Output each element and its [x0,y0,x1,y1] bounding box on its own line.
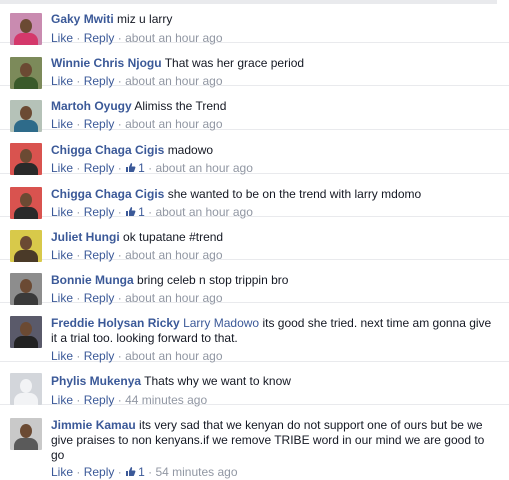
comment-text: bring celeb n stop trippin bro [137,273,289,287]
comment-body: Bonnie Munga bring celeb n stop trippin … [51,273,499,288]
avatar[interactable] [10,100,42,132]
separator: · [76,117,81,131]
comment-body: Jimmie Kamau its very sad that we kenyan… [51,418,499,463]
comment-body: Winnie Chris Njogu That was her grace pe… [51,56,499,71]
comment-item: Jimmie Kamau its very sad that we kenyan… [0,405,509,480]
like-count-link[interactable]: 1 [125,465,145,479]
thumbs-up-icon [125,466,136,477]
avatar[interactable] [10,187,42,219]
comment-author-link[interactable]: Gaky Mwiti [51,12,114,26]
reply-link[interactable]: Reply [84,117,115,131]
like-link[interactable]: Like [51,117,73,131]
comment-text: ok tupatane #trend [123,230,224,244]
avatar[interactable] [10,316,42,348]
reply-link[interactable]: Reply [84,465,115,479]
comment-item: Chigga Chaga Cigis madowo Like · Reply ·… [0,130,509,175]
thumbs-up-icon [125,162,136,173]
comment-author-link[interactable]: Winnie Chris Njogu [51,56,162,70]
comment-author-link[interactable]: Chigga Chaga Cigis [51,143,164,157]
avatar[interactable] [10,230,42,262]
separator: · [117,465,122,479]
avatar[interactable] [10,418,42,450]
separator: · [76,349,81,363]
comment-item: Freddie Holysan Ricky Larry Madowo its g… [0,303,509,363]
mention-link[interactable]: Larry Madowo [183,316,259,330]
avatar[interactable] [10,57,42,89]
separator: · [148,161,153,175]
comment-body: Chigga Chaga Cigis madowo [51,143,499,158]
comment-item: Martoh Oyugy Alimiss the Trend Like · Re… [0,86,509,132]
comment-author-link[interactable]: Phylis Mukenya [51,374,141,388]
comment-item: Winnie Chris Njogu That was her grace pe… [0,43,509,89]
comment-author-link[interactable]: Freddie Holysan Ricky [51,316,180,330]
comment-item: Phylis Mukenya Thats why we want to know… [0,362,509,407]
like-count: 1 [138,161,145,175]
comment-text: miz u larry [117,12,173,26]
comment-timestamp[interactable]: about an hour ago [125,117,222,131]
separator: · [117,117,122,131]
avatar[interactable] [10,273,42,305]
comment-text: she wanted to be on the trend with larry… [167,187,422,201]
separator: · [117,349,122,363]
like-count-link[interactable]: 1 [125,161,145,175]
comment-timestamp[interactable]: 54 minutes ago [155,465,237,479]
comment-item: Juliet Hungi ok tupatane #trend Like · R… [0,217,509,262]
comment-body: Gaky Mwiti miz u larry [51,12,499,27]
comment-author-link[interactable]: Chigga Chaga Cigis [51,187,164,201]
comment-text: Thats why we want to know [144,374,291,388]
separator: · [148,465,153,479]
like-link[interactable]: Like [51,349,73,363]
comment-body: Juliet Hungi ok tupatane #trend [51,230,499,245]
comment-item: Bonnie Munga bring celeb n stop trippin … [0,260,509,305]
comment-text: Alimiss the Trend [134,99,227,113]
comment-item: Gaky Mwiti miz u larry Like · Reply · ab… [0,0,509,45]
comment-list: Gaky Mwiti miz u larry Like · Reply · ab… [0,0,509,480]
reply-link[interactable]: Reply [84,161,115,175]
separator: · [117,161,122,175]
like-link[interactable]: Like [51,465,73,479]
avatar[interactable] [10,373,42,405]
avatar[interactable] [10,143,42,175]
comment-body: Martoh Oyugy Alimiss the Trend [51,99,499,114]
comment-timestamp[interactable]: about an hour ago [155,161,252,175]
like-link[interactable]: Like [51,161,73,175]
reply-link[interactable]: Reply [84,349,115,363]
comment-author-link[interactable]: Bonnie Munga [51,273,134,287]
separator: · [76,161,81,175]
comment-author-link[interactable]: Martoh Oyugy [51,99,132,113]
comment-timestamp[interactable]: about an hour ago [125,349,222,363]
comment-author-link[interactable]: Jimmie Kamau [51,418,136,432]
avatar[interactable] [10,13,42,45]
comment-item: Chigga Chaga Cigis she wanted to be on t… [0,174,509,219]
comment-text: madowo [167,143,214,157]
comment-actions: Like · Reply · 1 · 54 minutes ago [51,465,238,480]
comment-text: That was her grace period [164,56,305,70]
comment-body: Chigga Chaga Cigis she wanted to be on t… [51,187,499,202]
comment-author-link[interactable]: Juliet Hungi [51,230,120,244]
separator: · [76,465,81,479]
comment-body: Freddie Holysan Ricky Larry Madowo its g… [51,316,499,346]
comment-body: Phylis Mukenya Thats why we want to know [51,374,499,389]
like-count: 1 [138,465,145,479]
thumbs-up-icon [125,206,136,217]
